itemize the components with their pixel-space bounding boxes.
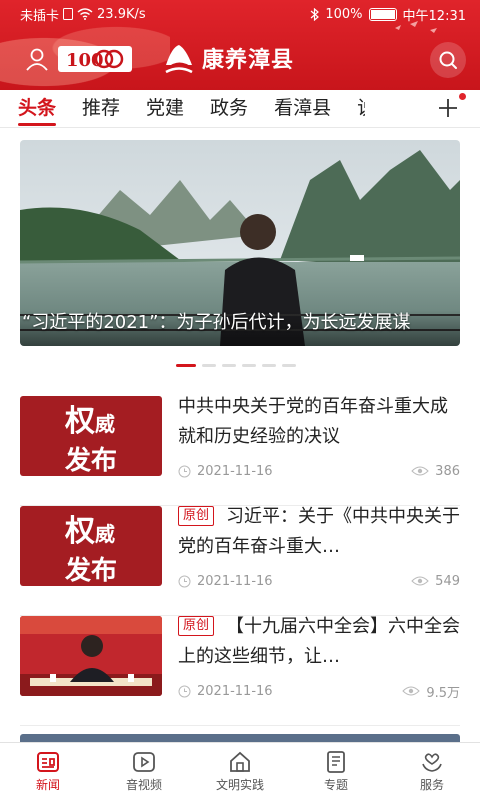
news-item[interactable]: 权威 发布 原创 习近平：关于《中共中央关于党的百年奋斗重大… 2021-11-1… (20, 506, 460, 616)
carousel-dot[interactable] (282, 364, 296, 367)
carousel-dot[interactable] (222, 364, 236, 367)
bluetooth-icon (310, 7, 320, 21)
eye-icon (411, 576, 429, 586)
news-meta: 2021-11-16 549 (178, 572, 460, 590)
clock-icon (178, 465, 191, 477)
thumb-text-wei: 威 (94, 411, 115, 436)
app-brand: 康养漳县 (162, 40, 294, 76)
banner-caption: “习近平的2021”：为子孙后代计，为长远发展谋 (20, 310, 460, 346)
thumb-text-quan: 权 (64, 513, 95, 549)
news-photo (20, 616, 162, 696)
nav-label: 专题 (323, 778, 348, 792)
sim-card-icon (63, 8, 74, 20)
nav-civilization-practice[interactable]: 文明实践 (192, 743, 288, 800)
centenary-100-logo: 100 (58, 46, 132, 72)
nav-label: 服务 (419, 778, 444, 792)
thumb-text-wei: 威 (94, 521, 115, 546)
tab-party-building[interactable]: 党建 (146, 90, 184, 128)
add-channel-button[interactable] (434, 93, 466, 123)
news-title-text: 【十九届六中全会】六中全会上的这些细节，让… (178, 616, 460, 667)
news-feed: “习近平的2021”：为子孙后代计，为长远发展谋 权威 发布 中共中央关于党的百… (0, 128, 480, 744)
house-icon (230, 751, 250, 772)
clock-icon (178, 575, 191, 587)
carousel-indicator (176, 364, 296, 367)
news-views: 549 (435, 573, 460, 589)
service-icon (422, 753, 442, 772)
app-header: 未插卡 23.9K/s 100% 中午12:31 100 康养漳县 (0, 0, 480, 90)
news-date: 2021-11-16 (197, 573, 273, 589)
battery-percent: 100% (325, 6, 363, 22)
carousel-dot[interactable] (202, 364, 216, 367)
nav-services[interactable]: 服务 (384, 743, 480, 800)
news-views: 386 (435, 463, 460, 479)
tab-headlines[interactable]: 头条 (18, 90, 57, 128)
news-thumbnail: 权威 发布 (20, 396, 162, 476)
carousel-dot[interactable] (262, 364, 276, 367)
nav-label: 文明实践 (215, 778, 264, 792)
carousel-dot[interactable] (242, 364, 256, 367)
topic-icon (327, 751, 345, 773)
status-bar: 未插卡 23.9K/s 100% 中午12:31 (0, 0, 480, 28)
eye-icon (402, 686, 421, 696)
video-icon (133, 752, 155, 772)
news-thumbnail (20, 616, 162, 696)
thumb-text-quan: 权 (64, 403, 95, 439)
original-tag: 原创 (178, 506, 215, 526)
carousel-banner[interactable]: “习近平的2021”：为子孙后代计，为长远发展谋 (20, 140, 460, 346)
news-item[interactable]: 权威 发布 中共中央关于党的百年奋斗重大成就和历史经验的决议 2021-11-1… (20, 396, 460, 506)
battery-icon (368, 7, 397, 21)
news-icon (37, 752, 59, 772)
news-thumbnail: 权威 发布 (20, 506, 162, 586)
network-speed: 23.9K/s (97, 6, 146, 22)
tab-view-county[interactable]: 看漳县 (274, 90, 331, 128)
nav-label: 音视频 (125, 778, 162, 792)
nav-video[interactable]: 音视频 (96, 743, 192, 800)
nav-label: 新闻 (35, 778, 60, 792)
clock-icon (178, 685, 191, 697)
carousel-dot[interactable] (176, 364, 196, 367)
tab-recommend[interactable]: 推荐 (82, 90, 120, 128)
thumb-text-fabu: 发布 (64, 555, 117, 586)
news-views: 9.5万 (426, 685, 460, 701)
tab-more-partial[interactable]: 说 (357, 90, 365, 128)
news-title: 原创 【十九届六中全会】六中全会上的这些细节，让… (178, 612, 460, 672)
eye-icon (411, 466, 429, 476)
news-meta: 2021-11-16 9.5万 (178, 682, 460, 701)
sim-status: 未插卡 (20, 8, 60, 24)
search-button[interactable] (430, 42, 466, 78)
news-title: 中共中央关于党的百年奋斗重大成就和历史经验的决议 (178, 392, 460, 452)
news-date: 2021-11-16 (197, 463, 273, 479)
news-title-text: 习近平：关于《中共中央关于党的百年奋斗重大… (178, 506, 460, 557)
news-title-text: 中共中央关于党的百年奋斗重大成就和历史经验的决议 (178, 396, 448, 447)
nav-news[interactable]: 新闻 (0, 743, 96, 800)
notification-dot (459, 93, 466, 100)
tabs-fade (390, 92, 430, 126)
news-date: 2021-11-16 (197, 683, 273, 699)
thumb-text-fabu: 发布 (64, 445, 117, 476)
wifi-icon (77, 8, 93, 20)
news-meta: 2021-11-16 386 (178, 462, 460, 480)
original-tag: 原创 (178, 616, 215, 636)
search-icon (439, 51, 457, 69)
clock: 中午12:31 (402, 8, 466, 24)
news-item[interactable]: 原创 【十九届六中全会】六中全会上的这些细节，让… 2021-11-16 9.5万 (20, 616, 460, 726)
bottom-navigation: 新闻 音视频 文明实践 专题 服务 (0, 742, 480, 800)
plus-icon (439, 99, 457, 117)
tab-government[interactable]: 政务 (210, 90, 248, 128)
app-title: 康养漳县 (202, 48, 295, 73)
county-logo-icon (165, 45, 193, 74)
nav-topics[interactable]: 专题 (288, 743, 384, 800)
news-title: 原创 习近平：关于《中共中央关于党的百年奋斗重大… (178, 502, 460, 562)
user-profile-icon[interactable] (24, 46, 50, 72)
